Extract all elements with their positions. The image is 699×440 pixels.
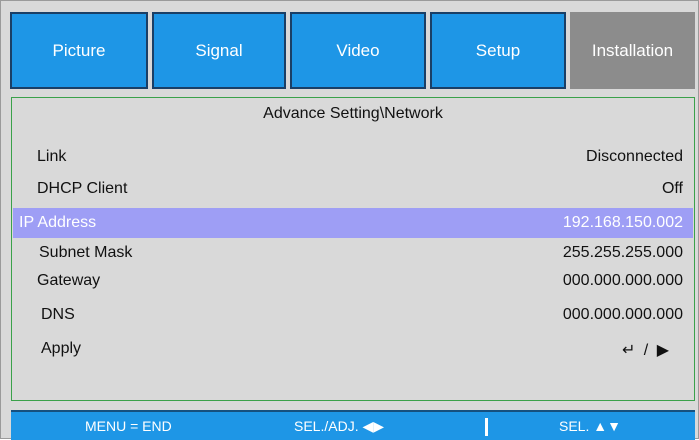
ip-address-value[interactable]: 192.168.150.002	[563, 214, 683, 232]
tab-video[interactable]: Video	[290, 12, 426, 89]
row-link[interactable]: Link Disconnected	[13, 142, 693, 172]
divider	[485, 418, 488, 436]
row-label: Gateway	[37, 272, 101, 289]
tab-signal[interactable]: Signal	[152, 12, 286, 89]
row-label: DNS	[41, 306, 75, 323]
osd-menu: Picture Signal Video Setup Installation …	[0, 0, 699, 440]
tab-picture[interactable]: Picture	[10, 12, 148, 89]
key-guide-bar: MENU = END SEL./ADJ. ◀▶ SEL. ▲▼	[11, 410, 695, 440]
row-apply[interactable]: Apply ↵ / ▶	[13, 334, 693, 364]
subnet-mask-value[interactable]: 255.255.255.000	[563, 244, 683, 262]
network-settings-panel: Advance Setting\Network Link Disconnecte…	[11, 97, 695, 401]
menu-end-hint: MENU = END	[85, 418, 172, 434]
row-ip-address[interactable]: IP Address 192.168.150.002	[13, 208, 693, 238]
row-dns[interactable]: DNS 000.000.000.000	[13, 300, 693, 330]
row-label: Subnet Mask	[39, 244, 133, 261]
link-status-value: Disconnected	[586, 148, 683, 165]
row-label: DHCP Client	[37, 180, 128, 197]
dhcp-client-value[interactable]: Off	[662, 180, 683, 198]
panel-title: Advance Setting\Network	[263, 105, 443, 122]
gateway-value[interactable]: 000.000.000.000	[563, 272, 683, 290]
row-dhcp-client[interactable]: DHCP Client Off	[13, 174, 693, 204]
dns-value[interactable]: 000.000.000.000	[563, 306, 683, 324]
row-label: IP Address	[19, 214, 97, 231]
sel-hint: SEL. ▲▼	[559, 418, 621, 434]
tab-installation[interactable]: Installation	[570, 12, 695, 89]
row-gateway[interactable]: Gateway 000.000.000.000	[13, 266, 693, 296]
row-label: Apply	[41, 340, 82, 357]
tab-setup[interactable]: Setup	[430, 12, 566, 89]
sel-adj-hint: SEL./ADJ. ◀▶	[294, 418, 385, 434]
enter-arrow-icon[interactable]: ↵ / ▶	[622, 340, 671, 360]
row-subnet-mask[interactable]: Subnet Mask 255.255.255.000	[13, 238, 693, 268]
row-label: Link	[37, 148, 67, 165]
tab-bar: Picture Signal Video Setup Installation	[10, 12, 695, 89]
